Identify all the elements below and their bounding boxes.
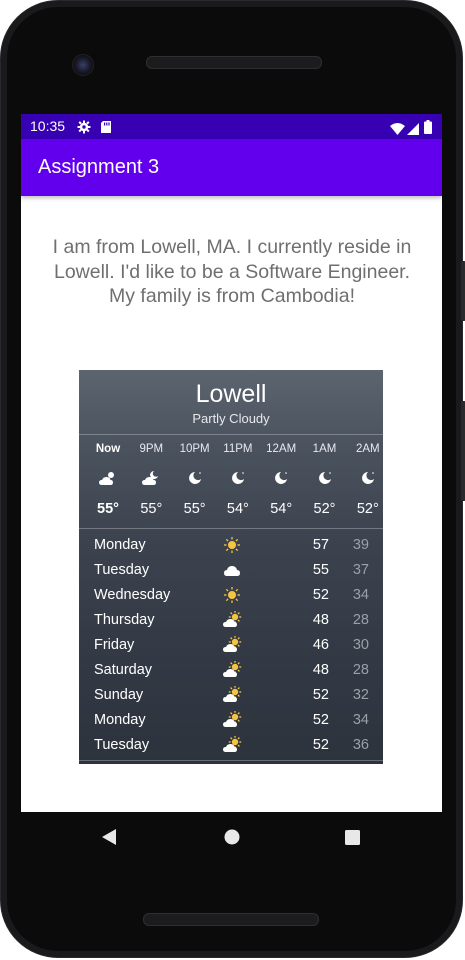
day-high-temp: 52 bbox=[312, 737, 329, 753]
hour-label: 9PM bbox=[139, 443, 164, 455]
hourly-item: 9PM 55° bbox=[129, 370, 173, 528]
day-high-temp: 52 bbox=[312, 687, 329, 703]
day-low-temp: 30 bbox=[352, 637, 369, 653]
hour-temp: 52° bbox=[313, 501, 336, 517]
partly-sunny-icon bbox=[222, 660, 242, 679]
moon-icon bbox=[271, 469, 291, 487]
day-low-temp: 36 bbox=[352, 737, 369, 753]
hour-label: 1AM bbox=[312, 443, 337, 455]
day-name: Wednesday bbox=[94, 587, 171, 603]
day-name: Monday bbox=[94, 712, 146, 728]
day-name: Monday bbox=[94, 537, 146, 553]
day-high-temp: 55 bbox=[312, 562, 329, 578]
hour-label: 10PM bbox=[179, 443, 210, 455]
wifi-icon bbox=[390, 120, 405, 139]
moon-icon bbox=[358, 469, 378, 487]
day-low-temp: 37 bbox=[352, 562, 369, 578]
daily-row: Wednesday 52 34 bbox=[79, 587, 383, 612]
hourly-item: Now 55° bbox=[86, 370, 130, 528]
gear-icon bbox=[77, 119, 91, 138]
hour-temp: 55° bbox=[183, 501, 206, 517]
status-time: 10:35 bbox=[30, 118, 66, 134]
hour-label: 11PM bbox=[223, 443, 253, 455]
app-title: Assignment 3 bbox=[38, 156, 160, 178]
home-icon[interactable] bbox=[224, 829, 240, 849]
hourly-item: 11PM 54° bbox=[216, 370, 260, 528]
day-low-temp: 28 bbox=[352, 662, 369, 678]
partly-sunny-icon bbox=[222, 635, 242, 654]
app-bar: Assignment 3 bbox=[21, 139, 442, 196]
day-name: Sunday bbox=[94, 687, 144, 703]
front-camera bbox=[72, 54, 94, 76]
power-button bbox=[461, 401, 465, 501]
divider bbox=[79, 528, 383, 529]
day-high-temp: 52 bbox=[312, 587, 329, 603]
recents-icon[interactable] bbox=[345, 830, 360, 849]
earpiece-speaker bbox=[146, 56, 322, 69]
daily-row: Thursday 48 28 bbox=[79, 610, 383, 637]
cloud-icon bbox=[222, 561, 242, 579]
day-low-temp: 39 bbox=[352, 537, 369, 553]
hour-label: 2AM bbox=[355, 443, 380, 455]
day-high-temp: 57 bbox=[312, 537, 329, 553]
day-name: Saturday bbox=[94, 662, 153, 678]
hour-temp: 52° bbox=[356, 501, 379, 517]
navigation-bar bbox=[21, 812, 442, 872]
cloud-moon-icon bbox=[141, 469, 161, 487]
partly-sunny-icon bbox=[222, 735, 242, 754]
volume-button bbox=[461, 261, 465, 321]
hour-temp: 54° bbox=[226, 501, 249, 517]
hourly-item: 12AM 54° bbox=[259, 370, 303, 528]
day-high-temp: 46 bbox=[312, 637, 329, 653]
intro-text: I am from Lowell, MA. I currently reside… bbox=[52, 236, 412, 307]
day-low-temp: 32 bbox=[352, 687, 369, 703]
partly-sunny-icon bbox=[222, 685, 242, 704]
sun-icon bbox=[222, 586, 242, 604]
back-icon[interactable] bbox=[101, 828, 117, 850]
day-low-temp: 28 bbox=[352, 612, 369, 628]
hourly-item: 1AM 52° bbox=[303, 370, 347, 528]
moon-icon bbox=[228, 469, 248, 487]
hourly-item: 2AM 52° bbox=[346, 370, 383, 528]
hour-label: 12AM bbox=[266, 443, 297, 455]
bottom-speaker bbox=[143, 913, 319, 926]
day-high-temp: 48 bbox=[312, 612, 329, 628]
partly-sunny-icon bbox=[222, 610, 242, 629]
daily-row: Saturday 48 28 bbox=[79, 660, 383, 687]
partly-sunny-icon bbox=[222, 710, 242, 729]
signal-icon bbox=[407, 120, 419, 139]
daily-row: Sunday 52 32 bbox=[79, 685, 383, 712]
moon-icon bbox=[315, 469, 335, 487]
weather-image: Lowell Partly Cloudy Now 55° 9PM 55° 10PM 55°… bbox=[79, 370, 383, 764]
daily-row: Friday 46 30 bbox=[79, 635, 383, 662]
hour-temp: 54° bbox=[270, 501, 293, 517]
cloud-sun-icon bbox=[98, 469, 118, 487]
battery-icon bbox=[424, 119, 432, 138]
screen: 10:35 Assignment 3 I am from Lowell, MA.… bbox=[21, 114, 442, 872]
sun-icon bbox=[222, 536, 242, 554]
daily-row: Monday 52 34 bbox=[79, 710, 383, 737]
sd-card-icon bbox=[100, 119, 112, 138]
day-high-temp: 52 bbox=[312, 712, 329, 728]
day-low-temp: 34 bbox=[352, 712, 369, 728]
day-name: Friday bbox=[94, 637, 135, 653]
status-bar: 10:35 bbox=[21, 114, 442, 139]
day-name: Tuesday bbox=[94, 737, 150, 753]
day-high-temp: 48 bbox=[312, 662, 329, 678]
divider bbox=[79, 760, 383, 761]
day-name: Tuesday bbox=[94, 562, 150, 578]
moon-icon bbox=[185, 469, 205, 487]
day-low-temp: 34 bbox=[352, 587, 369, 603]
hour-temp: 55° bbox=[97, 501, 119, 517]
daily-row: Monday 57 39 bbox=[79, 537, 383, 562]
daily-row: Tuesday 52 36 bbox=[79, 735, 383, 762]
day-name: Thursday bbox=[94, 612, 155, 628]
device-frame: 10:35 Assignment 3 I am from Lowell, MA.… bbox=[0, 0, 465, 960]
hourly-item: 10PM 55° bbox=[173, 370, 217, 528]
hour-label: Now bbox=[95, 443, 121, 455]
hour-temp: 55° bbox=[140, 501, 163, 517]
daily-row: Tuesday 55 37 bbox=[79, 562, 383, 587]
